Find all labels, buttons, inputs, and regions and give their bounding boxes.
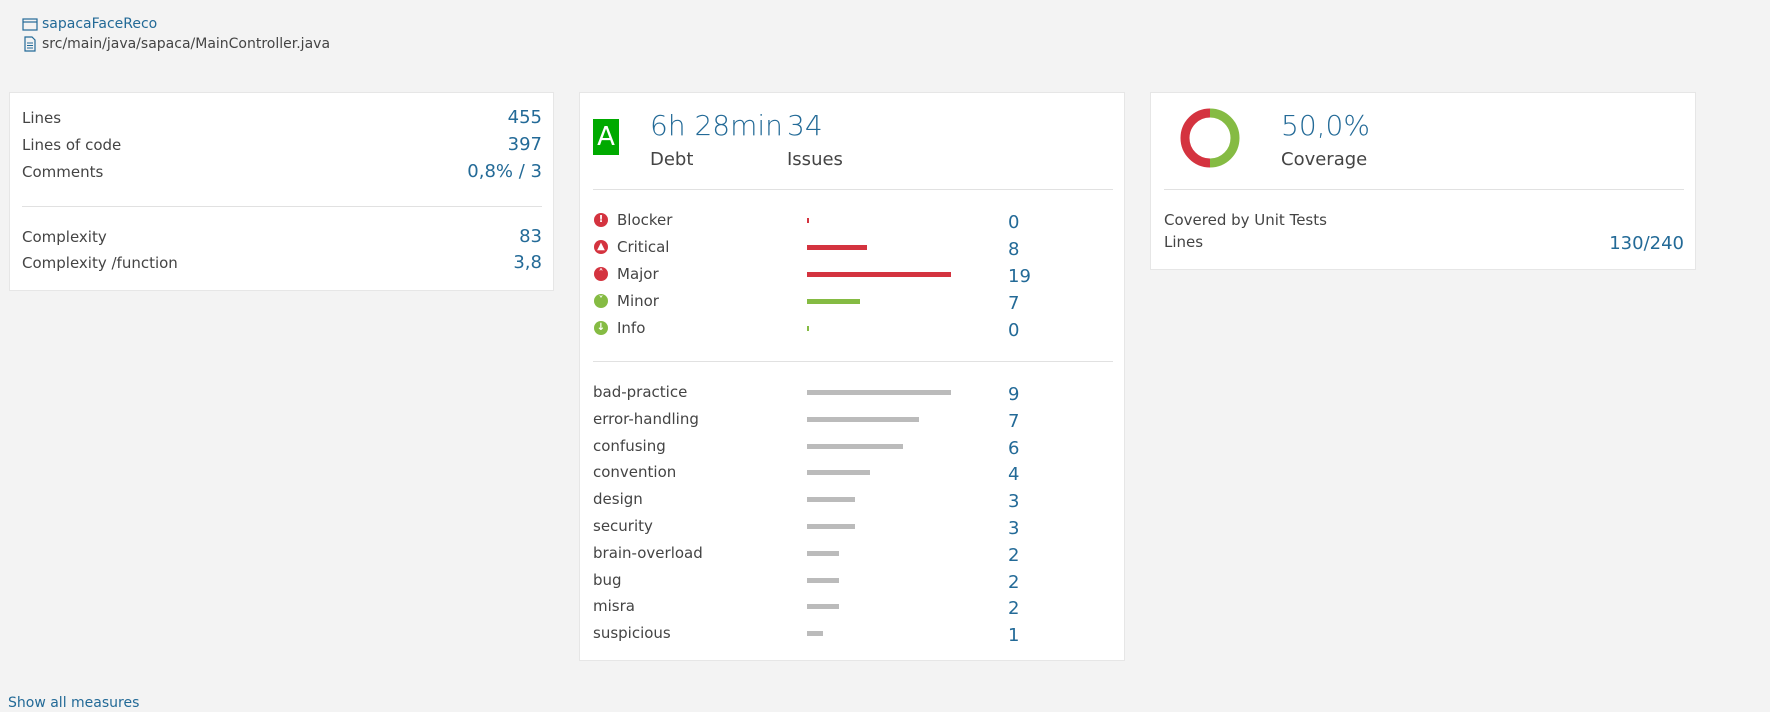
coverage-donut bbox=[1180, 108, 1240, 168]
severity-count[interactable]: 19 bbox=[1008, 266, 1031, 287]
tag-label[interactable]: suspicious bbox=[593, 624, 671, 642]
complexity-value[interactable]: 83 bbox=[519, 226, 542, 247]
tag-bar bbox=[807, 578, 839, 583]
issues-divider-top bbox=[593, 189, 1113, 190]
comments-label: Comments bbox=[22, 163, 104, 181]
severity-label[interactable]: Major bbox=[617, 265, 659, 283]
comments-value[interactable]: 0,8% / 3 bbox=[467, 161, 542, 182]
tag-count[interactable]: 9 bbox=[1008, 384, 1019, 405]
breadcrumb-file: src/main/java/sapaca/MainController.java bbox=[22, 36, 330, 52]
major-icon: ˄ bbox=[594, 267, 608, 281]
critical-icon: ▲ bbox=[594, 240, 608, 254]
coverage-lines-value[interactable]: 130/240 bbox=[1609, 233, 1684, 254]
tag-label[interactable]: brain-overload bbox=[593, 544, 703, 562]
complexity-label: Complexity bbox=[22, 228, 107, 246]
show-all-measures-link[interactable]: Show all measures bbox=[8, 695, 139, 711]
severity-label[interactable]: Minor bbox=[617, 292, 659, 310]
blocker-icon: ! bbox=[594, 213, 608, 227]
tag-label[interactable]: bad-practice bbox=[593, 383, 687, 401]
severity-count[interactable]: 7 bbox=[1008, 293, 1019, 314]
project-icon bbox=[22, 18, 38, 31]
tag-count[interactable]: 3 bbox=[1008, 491, 1019, 512]
tag-bar bbox=[807, 444, 903, 449]
severity-bar bbox=[807, 326, 809, 331]
tag-label[interactable]: error-handling bbox=[593, 410, 699, 428]
size-card: Lines 455 Lines of code 397 Comments 0,8… bbox=[9, 92, 554, 291]
tag-bar bbox=[807, 417, 919, 422]
tag-bar bbox=[807, 551, 839, 556]
tag-label[interactable]: misra bbox=[593, 597, 635, 615]
maintainability-rating[interactable]: A bbox=[593, 119, 619, 155]
tag-count[interactable]: 1 bbox=[1008, 625, 1019, 646]
issues-label: Issues bbox=[787, 149, 843, 170]
issues-value[interactable]: 34 bbox=[787, 109, 823, 142]
file-icon bbox=[24, 36, 36, 52]
coverage-covered-arc bbox=[1209, 108, 1240, 168]
tag-bar bbox=[807, 470, 870, 475]
project-link[interactable]: sapacaFaceReco bbox=[42, 16, 157, 32]
tag-bar bbox=[807, 604, 839, 609]
breadcrumb-project[interactable]: sapacaFaceReco bbox=[22, 16, 157, 32]
severity-count[interactable]: 8 bbox=[1008, 239, 1019, 260]
tag-bar bbox=[807, 631, 823, 636]
coverage-value[interactable]: 50,0% bbox=[1281, 109, 1370, 142]
tag-bar bbox=[807, 497, 855, 502]
coverage-label: Coverage bbox=[1281, 149, 1368, 170]
tag-label[interactable]: security bbox=[593, 517, 653, 535]
issues-divider-mid bbox=[593, 361, 1113, 362]
severity-count[interactable]: 0 bbox=[1008, 212, 1019, 233]
coverage-lines-label: Lines bbox=[1164, 233, 1204, 251]
coverage-card: 50,0% Coverage Covered by Unit Tests Lin… bbox=[1150, 92, 1696, 270]
tag-bar bbox=[807, 524, 855, 529]
tag-count[interactable]: 6 bbox=[1008, 438, 1019, 459]
complexity-function-label: Complexity /function bbox=[22, 254, 178, 272]
tag-label[interactable]: convention bbox=[593, 463, 676, 481]
severity-label[interactable]: Critical bbox=[617, 238, 669, 256]
info-icon: ↓ bbox=[594, 321, 608, 335]
severity-count[interactable]: 0 bbox=[1008, 320, 1019, 341]
loc-value[interactable]: 397 bbox=[508, 134, 542, 155]
severity-label[interactable]: Blocker bbox=[617, 211, 672, 229]
tag-label[interactable]: bug bbox=[593, 571, 622, 589]
tag-count[interactable]: 3 bbox=[1008, 518, 1019, 539]
complexity-function-value[interactable]: 3,8 bbox=[513, 252, 542, 273]
minor-icon: ˅ bbox=[594, 294, 608, 308]
severity-bar bbox=[807, 218, 809, 223]
lines-value[interactable]: 455 bbox=[508, 107, 542, 128]
severity-label[interactable]: Info bbox=[617, 319, 645, 337]
tag-bar bbox=[807, 390, 951, 395]
lines-label: Lines bbox=[22, 109, 62, 127]
coverage-divider bbox=[1164, 189, 1684, 190]
file-path: src/main/java/sapaca/MainController.java bbox=[42, 36, 331, 52]
severity-bar bbox=[807, 245, 867, 250]
coverage-uncovered-arc bbox=[1180, 108, 1211, 168]
tag-label[interactable]: confusing bbox=[593, 437, 666, 455]
issues-card: A 6h 28min Debt 34 Issues ! Blocker 0 ▲ Crit… bbox=[579, 92, 1125, 661]
coverage-section-title: Covered by Unit Tests bbox=[1164, 211, 1327, 229]
tag-count[interactable]: 2 bbox=[1008, 598, 1019, 619]
size-divider bbox=[22, 206, 542, 207]
loc-label: Lines of code bbox=[22, 136, 122, 154]
debt-value[interactable]: 6h 28min bbox=[650, 109, 783, 142]
severity-bar bbox=[807, 299, 860, 304]
severity-bar bbox=[807, 272, 951, 277]
tag-count[interactable]: 2 bbox=[1008, 572, 1019, 593]
tag-label[interactable]: design bbox=[593, 490, 643, 508]
tag-count[interactable]: 4 bbox=[1008, 464, 1019, 485]
debt-label: Debt bbox=[650, 149, 694, 170]
tag-count[interactable]: 7 bbox=[1008, 411, 1019, 432]
tag-count[interactable]: 2 bbox=[1008, 545, 1019, 566]
